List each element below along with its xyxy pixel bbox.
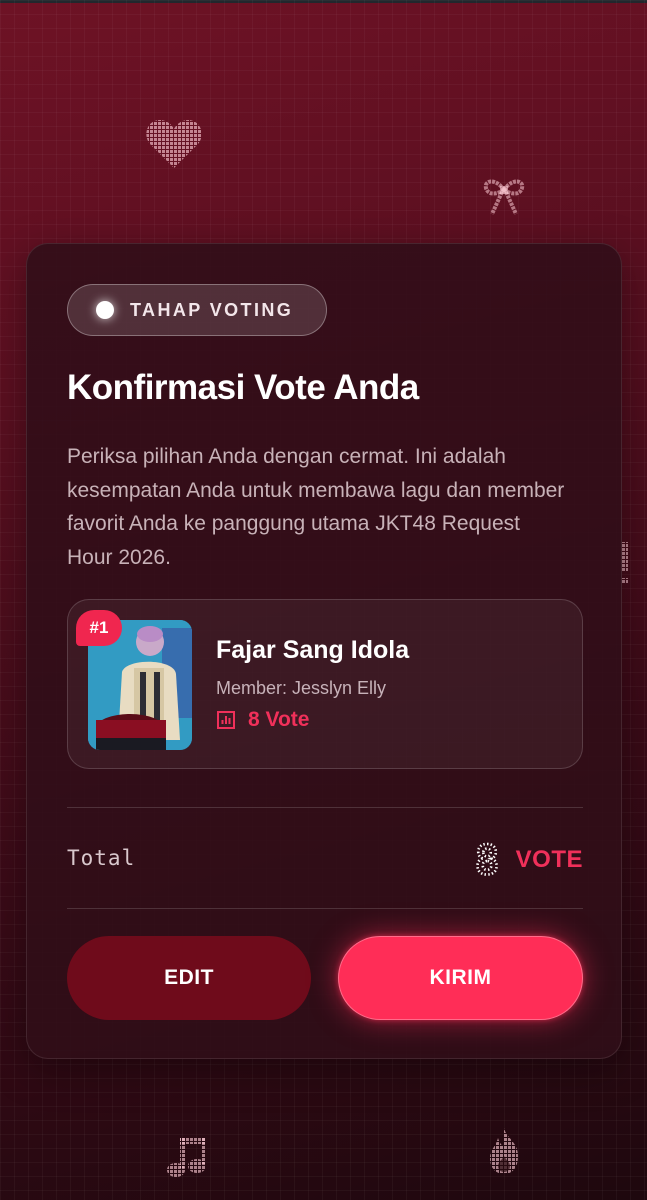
member-name: Member: Jesslyn Elly [216,678,387,698]
divider [67,807,583,808]
vote-confirmation-card: TAHAP VOTING Konfirmasi Vote Anda Periks… [26,243,622,1059]
badge-label: TAHAP VOTING [130,299,294,320]
bar-chart-icon [217,711,235,729]
total-unit: VOTE [515,846,583,873]
status-dot-icon [96,301,114,319]
divider [67,908,583,909]
vote-count: 8 Vote [216,708,309,732]
fire-icon [490,1128,518,1174]
song-title: Fajar Sang Idola [216,636,410,664]
send-button[interactable]: KIRIM [338,936,583,1020]
heart-icon [146,120,202,168]
total-digit: 8 [474,841,500,879]
page-title: Konfirmasi Vote Anda [67,368,419,407]
vote-count-label: 8 Vote [248,708,310,731]
edit-button[interactable]: EDIT [67,936,311,1020]
music-note-icon [167,1138,206,1177]
rank-badge: #1 [76,610,122,646]
top-status-bar [0,0,647,3]
total-label: Total [67,846,136,870]
selected-vote-item: #1 Fajar Sang Idola Member: Jesslyn Elly [67,599,583,769]
svg-text:8: 8 [475,841,499,879]
voting-stage-badge: TAHAP VOTING [67,284,327,336]
description-text: Periksa pilihan Anda dengan cermat. Ini … [67,445,565,569]
total-value: 8 VOTE [471,840,583,880]
bow-icon [483,179,525,215]
